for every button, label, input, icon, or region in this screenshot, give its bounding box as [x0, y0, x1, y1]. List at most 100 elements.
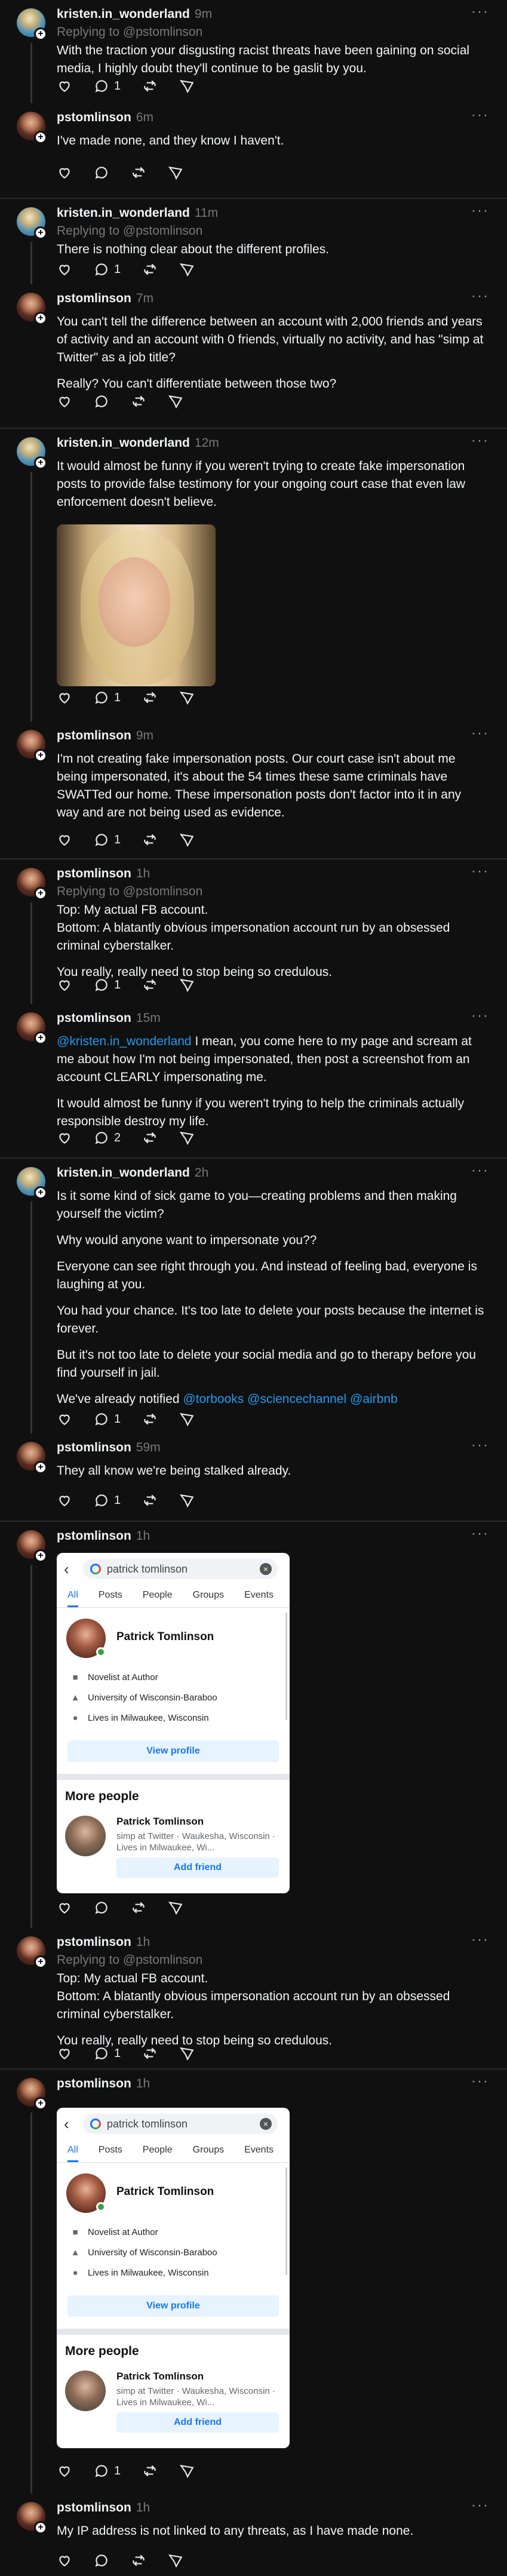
follow-plus-icon[interactable]: +	[34, 226, 47, 240]
username-text[interactable]: pstomlinson	[57, 1011, 131, 1025]
username-text[interactable]: pstomlinson	[57, 110, 131, 124]
reply-button[interactable]	[94, 165, 109, 180]
reply-button[interactable]: 1	[94, 832, 121, 848]
like-button[interactable]	[57, 165, 72, 180]
follow-plus-icon[interactable]: +	[34, 1031, 47, 1045]
follow-plus-icon[interactable]: +	[34, 312, 47, 325]
username[interactable]: kristen.in_wonderland 9m	[57, 7, 212, 22]
reply-button[interactable]	[94, 1900, 109, 1915]
like-button[interactable]	[57, 78, 72, 94]
reply-button[interactable]: 1	[94, 2463, 121, 2479]
repost-button[interactable]	[142, 1130, 158, 1146]
reply-button[interactable]: 1	[94, 1411, 121, 1427]
share-button[interactable]	[179, 1493, 195, 1508]
username-text[interactable]: pstomlinson	[57, 1529, 131, 1543]
repost-button[interactable]	[131, 165, 146, 180]
repost-button[interactable]	[142, 2046, 158, 2061]
share-button[interactable]	[179, 262, 195, 277]
username[interactable]: pstomlinson 15m	[57, 1011, 161, 1026]
reply-button[interactable]: 1	[94, 977, 121, 993]
more-options-icon[interactable]: ···	[471, 202, 489, 219]
like-button[interactable]	[57, 262, 72, 277]
attached-photo[interactable]	[57, 524, 216, 686]
username[interactable]: kristen.in_wonderland 11m	[57, 206, 218, 220]
repost-button[interactable]	[142, 78, 158, 94]
share-button[interactable]	[179, 78, 195, 94]
repost-button[interactable]	[131, 1900, 146, 1915]
like-button[interactable]	[57, 1130, 72, 1146]
username-text[interactable]: pstomlinson	[57, 291, 131, 305]
more-options-icon[interactable]: ···	[471, 725, 489, 742]
repost-button[interactable]	[142, 690, 158, 705]
repost-button[interactable]	[142, 832, 158, 848]
more-options-icon[interactable]: ···	[471, 432, 489, 449]
more-options-icon[interactable]: ···	[471, 2497, 489, 2514]
username[interactable]: pstomlinson 1h	[57, 2501, 150, 2515]
like-button[interactable]	[57, 1411, 72, 1427]
follow-plus-icon[interactable]: +	[34, 2521, 47, 2534]
username-text[interactable]: pstomlinson	[57, 2077, 131, 2090]
more-options-icon[interactable]: ···	[471, 1008, 489, 1024]
username[interactable]: pstomlinson 6m	[57, 110, 153, 125]
share-button[interactable]	[179, 832, 195, 848]
username[interactable]: pstomlinson 1h	[57, 1935, 150, 1949]
repost-button[interactable]	[142, 2463, 158, 2479]
reply-button[interactable]: 1	[94, 2046, 121, 2061]
share-button[interactable]	[179, 1411, 195, 1427]
more-options-icon[interactable]: ···	[471, 4, 489, 20]
username-text[interactable]: pstomlinson	[57, 1441, 131, 1454]
username[interactable]: pstomlinson 1h	[57, 1529, 150, 1543]
username-text[interactable]: kristen.in_wonderland	[57, 1166, 190, 1180]
follow-plus-icon[interactable]: +	[34, 1461, 47, 1474]
username[interactable]: pstomlinson 1h	[57, 2077, 150, 2091]
follow-plus-icon[interactable]: +	[34, 1186, 47, 1199]
mention-link[interactable]: @torbooks	[183, 1392, 244, 1406]
reply-button[interactable]: 1	[94, 78, 121, 94]
like-button[interactable]	[57, 2046, 72, 2061]
like-button[interactable]	[57, 832, 72, 848]
follow-plus-icon[interactable]: +	[34, 2097, 47, 2110]
follow-plus-icon[interactable]: +	[34, 131, 47, 144]
more-options-icon[interactable]: ···	[471, 1525, 489, 1542]
more-options-icon[interactable]: ···	[471, 1932, 489, 1948]
reply-button[interactable]: 2	[94, 1130, 121, 1146]
username[interactable]: kristen.in_wonderland 2h	[57, 1166, 208, 1180]
mention-link[interactable]: @sciencechannel	[247, 1392, 346, 1406]
more-options-icon[interactable]: ···	[471, 1437, 489, 1454]
like-button[interactable]	[57, 2553, 72, 2568]
repost-button[interactable]	[142, 262, 158, 277]
follow-plus-icon[interactable]: +	[34, 27, 47, 41]
username-text[interactable]: pstomlinson	[57, 867, 131, 880]
share-button[interactable]	[168, 1900, 183, 1915]
share-button[interactable]	[179, 977, 195, 993]
username-text[interactable]: kristen.in_wonderland	[57, 7, 190, 21]
repost-button[interactable]	[142, 977, 158, 993]
more-options-icon[interactable]: ···	[471, 107, 489, 124]
more-options-icon[interactable]: ···	[471, 863, 489, 880]
repost-button[interactable]	[142, 1411, 158, 1427]
share-button[interactable]	[179, 2463, 195, 2479]
share-button[interactable]	[179, 2046, 195, 2061]
more-options-icon[interactable]: ···	[471, 1162, 489, 1179]
share-button[interactable]	[179, 1130, 195, 1146]
follow-plus-icon[interactable]: +	[34, 1549, 47, 1562]
like-button[interactable]	[57, 690, 72, 705]
more-options-icon[interactable]: ···	[471, 2073, 489, 2090]
username-text[interactable]: pstomlinson	[57, 1935, 131, 1949]
like-button[interactable]	[57, 2463, 72, 2479]
follow-plus-icon[interactable]: +	[34, 749, 47, 762]
share-button[interactable]	[168, 165, 183, 180]
mention-link[interactable]: @airbnb	[350, 1392, 398, 1406]
like-button[interactable]	[57, 1900, 72, 1915]
like-button[interactable]	[57, 977, 72, 993]
username[interactable]: kristen.in_wonderland 12m	[57, 436, 219, 450]
reply-button[interactable]	[94, 2553, 109, 2568]
mention-link[interactable]: @kristen.in_wonderland	[57, 1034, 192, 1048]
repost-button[interactable]	[131, 2553, 146, 2568]
follow-plus-icon[interactable]: +	[34, 887, 47, 900]
reply-button[interactable]: 1	[94, 1493, 121, 1508]
reply-button[interactable]: 1	[94, 262, 121, 277]
follow-plus-icon[interactable]: +	[34, 456, 47, 469]
username[interactable]: pstomlinson 59m	[57, 1441, 161, 1455]
username-text[interactable]: kristen.in_wonderland	[57, 436, 190, 450]
